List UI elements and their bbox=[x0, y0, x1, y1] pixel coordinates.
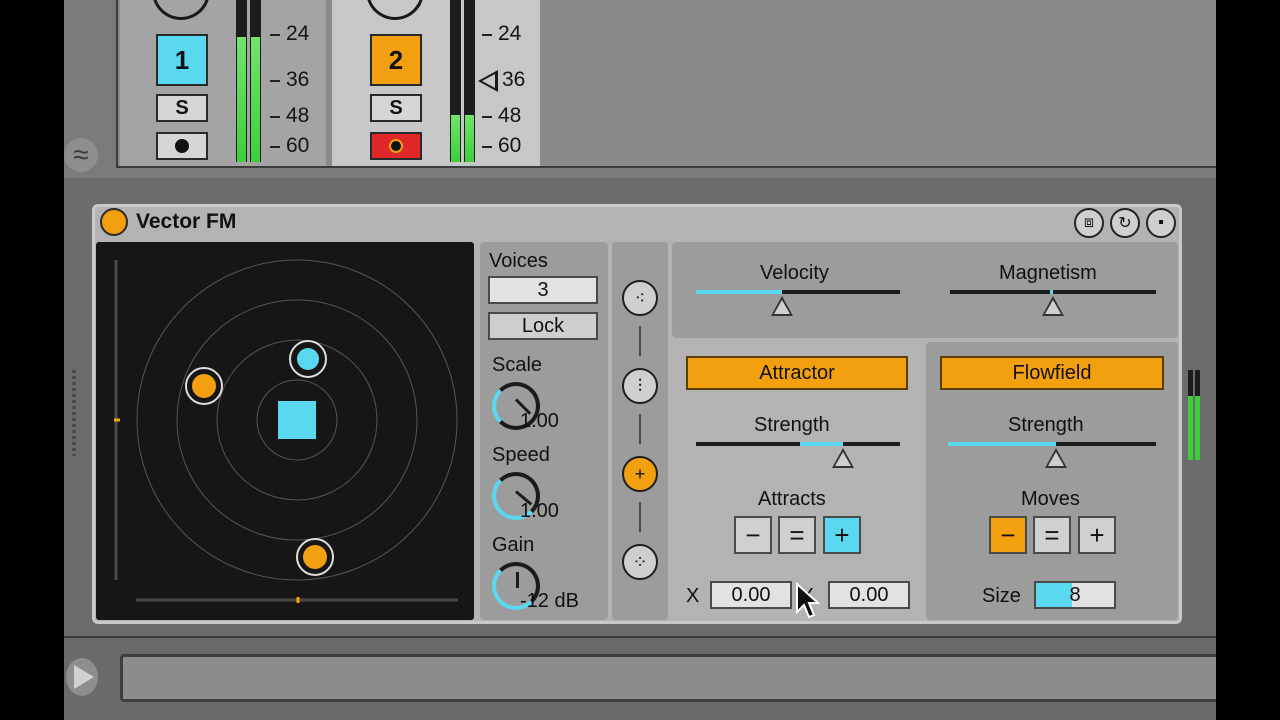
arm-button-2[interactable] bbox=[370, 132, 422, 160]
magnetism-slider[interactable] bbox=[950, 290, 1156, 294]
voice-dot-1[interactable] bbox=[297, 348, 319, 370]
lock-button[interactable]: Lock bbox=[488, 312, 598, 340]
scale-tick bbox=[482, 34, 492, 36]
voices-field[interactable]: 3 bbox=[488, 276, 598, 304]
meter-left-1 bbox=[236, 0, 247, 162]
solo-button-2[interactable]: S bbox=[370, 94, 422, 122]
flowfield-strength-slider[interactable] bbox=[948, 442, 1156, 446]
output-meter-right bbox=[1195, 370, 1200, 460]
attracts-equal-button[interactable]: = bbox=[778, 516, 816, 554]
track-number-1[interactable]: 1 bbox=[156, 34, 208, 86]
x-label: X bbox=[686, 585, 700, 607]
device-title: Vector FM bbox=[136, 210, 237, 233]
voice-dot-2[interactable] bbox=[192, 374, 216, 398]
scatter-mode-icon[interactable]: ⁘ bbox=[622, 544, 658, 580]
hotswap-icon[interactable]: ⧈ bbox=[1074, 208, 1104, 238]
vector-canvas[interactable] bbox=[96, 242, 474, 620]
output-meter-left bbox=[1188, 370, 1193, 460]
moves-equal-button[interactable]: = bbox=[1033, 516, 1071, 554]
attracts-label: Attracts bbox=[758, 488, 826, 510]
attractor-strength-handle[interactable] bbox=[831, 448, 854, 468]
scale-label: 24 bbox=[498, 22, 522, 45]
track-number-2[interactable]: 2 bbox=[370, 34, 422, 86]
size-label: Size bbox=[982, 585, 1021, 607]
center-attractor[interactable] bbox=[278, 401, 316, 439]
meter-right-1 bbox=[250, 0, 261, 162]
attractor-button[interactable]: Attractor bbox=[686, 356, 908, 390]
vector-display[interactable] bbox=[96, 242, 474, 620]
clip-bar[interactable] bbox=[120, 654, 1216, 702]
scale-tick bbox=[482, 146, 492, 148]
gain-knob-pointer bbox=[516, 572, 519, 588]
magnetism-label: Magnetism bbox=[999, 262, 1097, 284]
gain-label: Gain bbox=[492, 534, 535, 556]
attractor-strength-slider[interactable] bbox=[696, 442, 900, 446]
moves-plus-button[interactable]: + bbox=[1078, 516, 1116, 554]
mixer-mode-icon[interactable]: ⫶ bbox=[622, 368, 658, 404]
scale-tick bbox=[270, 80, 280, 82]
wave-icon[interactable]: ≈ bbox=[64, 138, 98, 172]
add-mode-icon[interactable]: + bbox=[622, 456, 658, 492]
record-dot-icon bbox=[389, 139, 403, 153]
save-icon[interactable]: ▪ bbox=[1146, 208, 1176, 238]
voices-label: Voices bbox=[489, 250, 548, 272]
scale-tick bbox=[270, 34, 280, 36]
attracts-plus-button[interactable]: + bbox=[823, 516, 861, 554]
connector-line bbox=[639, 326, 641, 356]
scale-tick bbox=[270, 116, 280, 118]
meter-left-2 bbox=[450, 0, 461, 162]
moves-label: Moves bbox=[1021, 488, 1080, 510]
moves-minus-button[interactable]: − bbox=[989, 516, 1027, 554]
scale-value: 1.00 bbox=[520, 410, 559, 432]
record-dot-icon bbox=[175, 139, 189, 153]
scale-label: 60 bbox=[498, 134, 522, 157]
scale-label: 48 bbox=[498, 104, 522, 127]
scale-label: 24 bbox=[286, 22, 310, 45]
scale-label: 36 bbox=[286, 68, 310, 91]
velocity-label: Velocity bbox=[760, 262, 829, 284]
arm-button-1[interactable] bbox=[156, 132, 208, 160]
cluster-mode-icon[interactable]: ⁖ bbox=[622, 280, 658, 316]
velocity-slider[interactable] bbox=[696, 290, 900, 294]
speed-value: 1.00 bbox=[520, 500, 559, 522]
volume-marker-inner bbox=[482, 74, 495, 88]
magnetism-slider-handle[interactable] bbox=[1042, 296, 1064, 316]
device-power-button[interactable] bbox=[100, 208, 128, 236]
scale-label: 60 bbox=[286, 134, 310, 157]
velocity-slider-handle[interactable] bbox=[770, 296, 793, 316]
y-field[interactable]: 0.00 bbox=[828, 581, 910, 609]
scale-tick bbox=[270, 146, 280, 148]
refresh-icon[interactable]: ↻ bbox=[1110, 208, 1140, 238]
scale-label: 36 bbox=[502, 68, 526, 91]
x-field[interactable]: 0.00 bbox=[710, 581, 792, 609]
attracts-minus-button[interactable]: − bbox=[734, 516, 772, 554]
flowfield-strength-label: Strength bbox=[1008, 414, 1084, 436]
speed-label: Speed bbox=[492, 444, 550, 466]
gain-value: -12 dB bbox=[520, 590, 579, 612]
solo-button-1[interactable]: S bbox=[156, 94, 208, 122]
play-icon bbox=[74, 665, 94, 689]
flowfield-strength-handle[interactable] bbox=[1045, 448, 1068, 468]
resize-handle[interactable] bbox=[72, 370, 76, 456]
scale-label: 48 bbox=[286, 104, 310, 127]
attractor-strength-label: Strength bbox=[754, 414, 830, 436]
mouse-cursor-icon bbox=[796, 582, 820, 619]
meter-right-2 bbox=[464, 0, 475, 162]
size-field[interactable]: 8 bbox=[1034, 581, 1116, 609]
flowfield-button[interactable]: Flowfield bbox=[940, 356, 1164, 390]
scale-label: Scale bbox=[492, 354, 543, 376]
voice-dot-3[interactable] bbox=[303, 545, 327, 569]
play-button[interactable] bbox=[66, 658, 98, 696]
connector-line bbox=[639, 414, 641, 444]
connector-line bbox=[639, 502, 641, 532]
scale-tick bbox=[482, 116, 492, 118]
